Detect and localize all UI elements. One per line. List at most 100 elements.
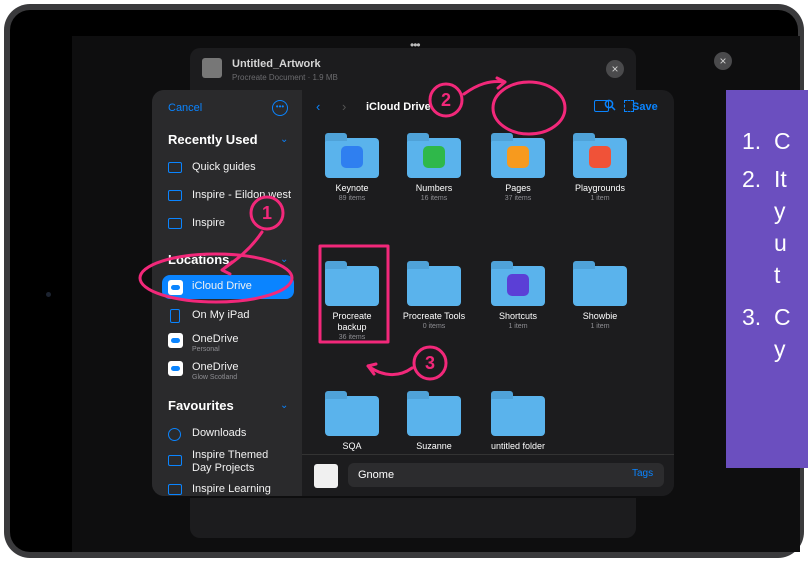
icloud-icon <box>168 280 183 295</box>
chevron-down-icon[interactable]: ⌄ <box>280 134 288 145</box>
sidebar-item-label: On My iPad <box>192 309 250 321</box>
folder-name: Shortcuts <box>498 311 538 321</box>
favourites-header[interactable]: Favourites <box>168 398 234 413</box>
sidebar-item-on-my-ipad[interactable]: On My iPad <box>162 304 294 328</box>
folder-name: Numbers <box>415 183 453 193</box>
folder-procreate-tools[interactable]: Procreate Tools 0 items <box>392 261 476 330</box>
download-icon <box>168 428 181 441</box>
shortcuts-app-icon <box>507 274 529 296</box>
document-footer <box>190 498 636 538</box>
shared-folder-icon <box>168 455 182 466</box>
locations-header[interactable]: Locations <box>168 252 229 267</box>
folder-name: Suzanne <box>416 441 452 451</box>
close-icon[interactable]: × <box>714 52 732 70</box>
cancel-button[interactable]: Cancel <box>168 102 202 114</box>
folder-untitled[interactable]: untitled folder <box>476 391 560 452</box>
chevron-down-icon[interactable]: ⌄ <box>280 254 288 265</box>
sidebar-item-inspire-learning[interactable]: Inspire Learning <box>162 478 294 496</box>
step-text-3b: y <box>774 336 786 362</box>
folder-count: 1 item <box>590 195 610 202</box>
sidebar-item-onedrive-glow[interactable]: OneDrive Glow Scotland <box>162 356 294 384</box>
folder-icon <box>573 261 627 306</box>
folder-name: Procreate Tools <box>402 311 466 321</box>
folder-name: untitled folder <box>490 441 546 451</box>
chevron-down-icon[interactable]: ⌄ <box>280 400 288 411</box>
folder-count: 36 items <box>338 334 366 341</box>
swift-playgrounds-app-icon <box>589 146 611 168</box>
sidebar-item-inspire-eildon-west[interactable]: Inspire - Eildon west <box>162 184 294 208</box>
folder-shortcuts[interactable]: Shortcuts 1 item <box>476 261 560 330</box>
folder-name: Pages <box>505 183 531 193</box>
sidebar-item-label: Quick guides <box>192 161 256 173</box>
sidebar-item-icloud-drive[interactable]: iCloud Drive <box>162 275 294 299</box>
folder-icon <box>491 391 545 436</box>
step-text-2c: u <box>774 230 787 256</box>
sidebar-item-quick-guides[interactable]: Quick guides <box>162 156 294 180</box>
keynote-app-icon <box>341 146 363 168</box>
folder-count: 0 items <box>422 323 446 330</box>
folder-icon <box>491 133 545 178</box>
folder-sqa[interactable]: SQA <box>310 391 394 452</box>
forward-chevron-icon[interactable]: › <box>342 99 346 114</box>
sidebar-item-downloads[interactable]: Downloads <box>162 422 294 446</box>
instructions-panel: 1. C 2. It y u t 3. C y <box>726 90 808 468</box>
folder-icon <box>407 391 461 436</box>
filename-field[interactable] <box>348 463 664 487</box>
camera <box>46 292 51 297</box>
folder-name: Playgrounds <box>574 183 626 193</box>
sidebar-item-inspire-themed[interactable]: Inspire Themed Day Projects <box>162 446 294 474</box>
sidebar-item-sublabel: Glow Scotland <box>192 374 238 381</box>
sidebar-item-label: Inspire Learning <box>192 483 271 495</box>
folder-icon <box>325 133 379 178</box>
folder-suzanne[interactable]: Suzanne <box>392 391 476 452</box>
search-icon[interactable] <box>604 99 616 111</box>
folder-playgrounds[interactable]: Playgrounds 1 item <box>558 133 642 202</box>
folder-count: 1 item <box>508 323 528 330</box>
folder-count: 37 items <box>504 195 532 202</box>
folder-pages[interactable]: Pages 37 items <box>476 133 560 202</box>
folder-icon <box>491 261 545 306</box>
sidebar-item-inspire[interactable]: Inspire <box>162 212 294 236</box>
folder-name: SQA <box>342 441 362 451</box>
screen: ••• × Untitled_Artwork Procreate Documen… <box>72 36 800 552</box>
onedrive-icon <box>168 361 183 376</box>
step-number-3: 3. <box>742 304 762 330</box>
step-number-1: 1. <box>742 128 762 154</box>
file-picker: Cancel ••• Recently Used ⌄ Quick guides … <box>152 90 674 496</box>
folder-icon <box>325 391 379 436</box>
recently-used-header[interactable]: Recently Used <box>168 132 258 147</box>
bezel: ••• × Untitled_Artwork Procreate Documen… <box>10 10 800 552</box>
pages-app-icon <box>507 146 529 168</box>
folder-icon <box>325 261 379 306</box>
save-bar: Tags <box>302 454 674 496</box>
sidebar-item-sublabel: Personal <box>192 346 220 353</box>
sidebar-item-label: Inspire - Eildon west <box>192 189 292 201</box>
folder-showbie[interactable]: Showbie 1 item <box>558 261 642 330</box>
folder-name: Keynote <box>335 183 369 193</box>
folder-icon <box>168 218 182 229</box>
folder-count: 1 item <box>590 323 610 330</box>
nav-bar: ‹ › iCloud Drive Save <box>302 90 674 126</box>
ipad-frame: ••• × Untitled_Artwork Procreate Documen… <box>4 4 804 558</box>
tags-button[interactable]: Tags <box>632 468 653 479</box>
step-text-2b: y <box>774 198 786 224</box>
document-subtitle: Procreate Document · 1.9 MB <box>232 73 338 82</box>
more-options-icon[interactable]: ••• <box>272 100 288 116</box>
sidebar-item-onedrive-personal[interactable]: OneDrive Personal <box>162 328 294 356</box>
step-text-2a: It <box>774 166 787 192</box>
folder-procreate-backup[interactable]: Procreate backup 36 items <box>310 261 394 341</box>
sidebar-item-label: Inspire Themed Day Projects <box>192 449 269 474</box>
save-button[interactable]: Save <box>632 101 658 113</box>
sidebar-item-label: Downloads <box>192 427 247 439</box>
folder-keynote[interactable]: Keynote 89 items <box>310 133 394 202</box>
folder-numbers[interactable]: Numbers 16 items <box>392 133 476 202</box>
artwork-thumbnail <box>314 464 338 488</box>
back-chevron-icon[interactable]: ‹ <box>316 99 320 114</box>
step-text-2d: t <box>774 262 781 288</box>
document-close-icon[interactable]: × <box>606 60 624 78</box>
document-thumbnail <box>202 58 222 78</box>
sidebar-item-label: OneDrive <box>192 361 239 373</box>
sidebar-item-label: Inspire <box>192 217 226 229</box>
sidebar-item-label: OneDrive <box>192 333 239 345</box>
location-title: iCloud Drive <box>366 101 431 113</box>
